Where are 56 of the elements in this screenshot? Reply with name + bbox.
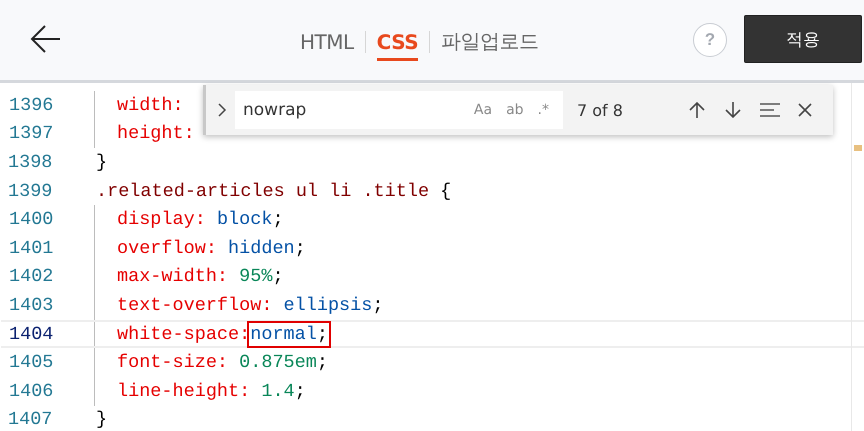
line-number: 1400 [8, 209, 54, 230]
help-button[interactable]: ? [693, 23, 727, 57]
code-token: block [216, 209, 272, 230]
line-number: 1397 [8, 123, 54, 144]
apply-button[interactable]: 적용 [744, 15, 862, 63]
line-number: 1404 [8, 324, 54, 345]
line-number: 1402 [8, 266, 54, 288]
lines-icon[interactable] [759, 102, 781, 118]
code-token: font-size: [117, 352, 228, 374]
code-token: line-height: [117, 380, 250, 402]
code-token: height: [117, 123, 195, 144]
code-token: 1.4 [261, 380, 295, 402]
line-number: 1406 [8, 380, 54, 402]
line-number: 1403 [8, 294, 54, 316]
back-arrow-icon[interactable] [30, 24, 62, 54]
code-token: text-overflow: [117, 294, 272, 316]
code-token: width: [117, 94, 184, 116]
code-token: { [440, 180, 452, 202]
code-token: ; [316, 324, 328, 345]
code-token: .related-articles ul li .title [96, 180, 430, 202]
arrow-down-icon[interactable] [723, 100, 743, 120]
line-number: 1405 [8, 352, 54, 374]
line-number: 1399 [7, 180, 54, 202]
code-token: ; [272, 266, 284, 288]
code-token: display: [117, 209, 206, 230]
search-option[interactable]: ab [506, 102, 524, 118]
search-option[interactable]: .* [538, 102, 549, 118]
code-token: ; [316, 352, 328, 374]
code-token: 95% [239, 266, 272, 288]
tab[interactable]: CSS [376, 24, 418, 60]
code-token: ; [272, 209, 284, 230]
line-number: 1407 [7, 409, 54, 430]
tab[interactable]: 파일업로드 [441, 22, 539, 62]
ruler-mark [854, 145, 862, 151]
code-token: ; [294, 238, 306, 259]
code-token: } [96, 152, 108, 173]
code-token: ; [294, 380, 306, 402]
search-option[interactable]: Aa [474, 102, 492, 118]
code-token: 0.875em [239, 352, 317, 374]
code-token: ; [372, 294, 384, 316]
line-number: 1396 [8, 94, 54, 116]
code-token: ellipsis [284, 294, 372, 316]
code-token: hidden [228, 238, 295, 259]
tab[interactable]: HTML [300, 24, 354, 60]
code-token: white-space: [117, 324, 250, 345]
code-token: max-width: [117, 266, 228, 288]
code-token: overflow: [117, 238, 217, 259]
search-field[interactable]: nowrap Aa ab .* [235, 91, 563, 129]
code-token: normal [250, 324, 317, 345]
close-icon[interactable] [797, 102, 813, 118]
line-number: 1401 [8, 238, 54, 259]
match-count: 7 of 8 [577, 100, 624, 120]
code-token: } [96, 409, 108, 430]
arrow-up-icon[interactable] [687, 100, 707, 120]
chevron-icon[interactable] [217, 102, 227, 118]
line-number: 1398 [7, 152, 54, 173]
